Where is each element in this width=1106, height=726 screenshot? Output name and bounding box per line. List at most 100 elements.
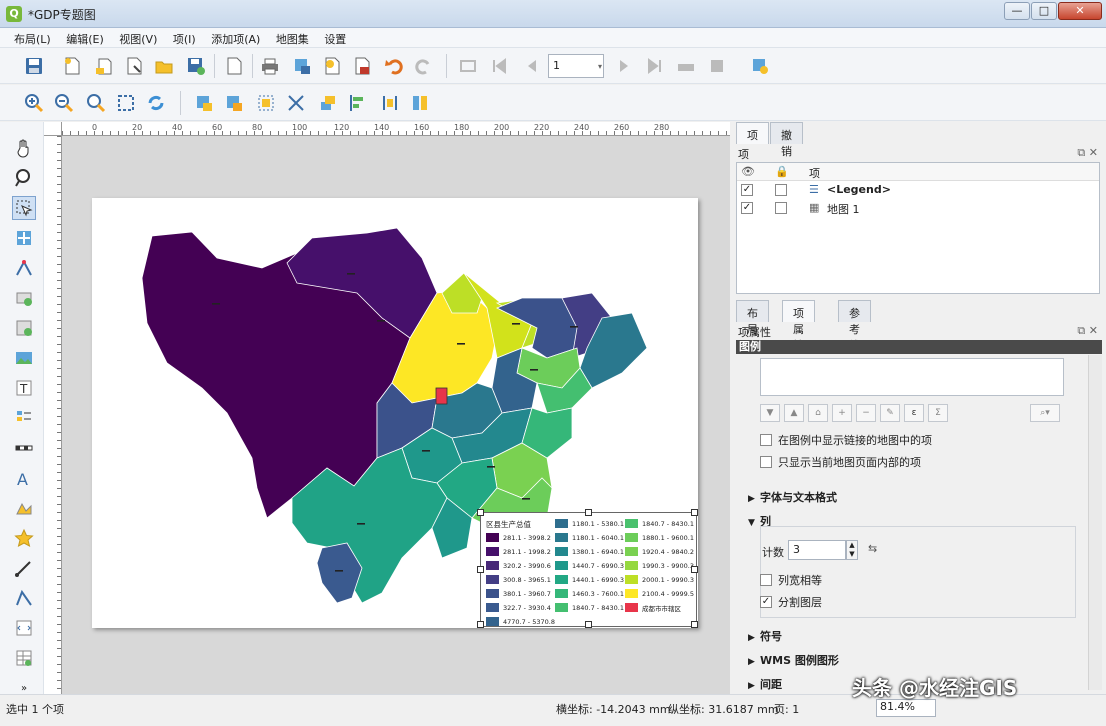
checkbox[interactable]: ✓ [760, 596, 772, 608]
distribute-items-icon[interactable] [378, 91, 402, 115]
first-feature-icon[interactable] [488, 54, 512, 78]
add-label-icon[interactable]: T [12, 376, 36, 400]
visibility-checkbox[interactable]: ✓ [741, 202, 753, 214]
resize-handle[interactable] [477, 566, 484, 573]
chengdu-urban-marker[interactable] [435, 387, 448, 405]
lock-checkbox[interactable] [775, 202, 787, 214]
atlas-settings-icon[interactable] [748, 54, 772, 78]
select-move-icon[interactable] [12, 196, 36, 220]
zoom-100-icon[interactable] [84, 91, 108, 115]
add-polyline-icon[interactable] [12, 586, 36, 610]
page-setup-icon[interactable] [222, 54, 246, 78]
section-wms-legend[interactable]: ▶ WMS 图例图形 [748, 652, 839, 668]
pan-icon[interactable] [12, 136, 36, 160]
last-feature-icon[interactable] [642, 54, 666, 78]
refresh-icon[interactable] [144, 91, 168, 115]
column-count-spinbox[interactable]: 3 [788, 540, 846, 560]
zoom-full-icon[interactable] [114, 91, 138, 115]
section-spacing[interactable]: ▶ 间距 [748, 676, 782, 692]
zoom-combo[interactable]: 81.4% [876, 699, 936, 717]
add-picture-icon[interactable] [12, 346, 36, 370]
spinbox-arrows[interactable]: ▲ ▼ [846, 540, 858, 560]
expression-button[interactable]: ε [904, 404, 924, 422]
menu-edit[interactable]: 编辑(E) [60, 28, 110, 50]
move-content-icon[interactable] [12, 226, 36, 250]
tab-undo-history[interactable]: 撤销历史 [770, 122, 803, 190]
atlas-print-icon[interactable] [674, 54, 698, 78]
add-item-button[interactable]: + [832, 404, 852, 422]
option-split-layers[interactable]: ✓ 分割图层 [760, 594, 822, 610]
sigma-button[interactable]: Σ [928, 404, 948, 422]
add-north-arrow-icon[interactable]: A [12, 466, 36, 490]
option-linked-map-items[interactable]: 在图例中显示链接的地图中的项 [760, 432, 932, 448]
layout-canvas[interactable]: 区县生产总值 281.1 - 3998.2 281.1 - 1998.2 320… [62, 136, 730, 694]
menu-items[interactable]: 项(I) [167, 28, 202, 50]
add-legend-icon[interactable] [12, 406, 36, 430]
zoom-tool-icon[interactable] [12, 166, 36, 190]
tab-layout[interactable]: 布局 [736, 300, 769, 336]
zoom-slider[interactable] [940, 699, 1030, 717]
zoom-in-icon[interactable] [22, 91, 46, 115]
ungroup-items-icon[interactable] [284, 91, 308, 115]
visibility-checkbox[interactable]: ✓ [741, 184, 753, 196]
previous-feature-icon[interactable] [520, 54, 544, 78]
minimize-button[interactable]: — [1004, 2, 1030, 20]
resize-handle[interactable] [691, 621, 698, 628]
data-defined-override-icon[interactable]: ⇆ [868, 542, 877, 555]
atlas-preview-icon[interactable] [456, 54, 480, 78]
move-up-button[interactable]: ▲ [784, 404, 804, 422]
export-image-icon[interactable] [290, 54, 314, 78]
group-items-icon[interactable] [254, 91, 278, 115]
option-current-page-items[interactable]: 只显示当前地图页面内部的项 [760, 454, 921, 470]
add-shape-icon[interactable] [12, 496, 36, 520]
checkbox[interactable] [760, 456, 772, 468]
resize-handle[interactable] [691, 509, 698, 516]
save-template-icon[interactable] [184, 54, 208, 78]
new-layout-icon[interactable] [60, 54, 84, 78]
duplicate-layout-icon[interactable] [92, 54, 116, 78]
add-group-button[interactable]: ⌂ [808, 404, 828, 422]
section-fonts[interactable]: ▶ 字体与文本格式 [748, 489, 837, 505]
export-svg-icon[interactable] [320, 54, 344, 78]
properties-scrollbar[interactable] [1088, 355, 1102, 690]
close-button[interactable]: ✕ [1058, 2, 1102, 20]
resize-items-icon[interactable] [408, 91, 432, 115]
edit-nodes-icon[interactable] [12, 256, 36, 280]
items-row-legend[interactable]: ✓ ☰ <Legend> [737, 181, 1099, 199]
resize-handle[interactable] [477, 509, 484, 516]
legend-item[interactable]: 区县生产总值 281.1 - 3998.2 281.1 - 1998.2 320… [477, 509, 698, 628]
layout-manager-icon[interactable] [122, 54, 146, 78]
next-feature-icon[interactable] [612, 54, 636, 78]
print-icon[interactable] [258, 54, 282, 78]
menu-settings[interactable]: 设置 [318, 28, 352, 50]
tab-item-properties[interactable]: 项属性 [782, 300, 815, 352]
items-row-map[interactable]: ✓ ▦ 地图 1 [737, 199, 1099, 217]
resize-handle[interactable] [691, 566, 698, 573]
tab-items[interactable]: 项 [736, 122, 769, 144]
add-scalebar-icon[interactable] [12, 436, 36, 460]
filter-options-button[interactable]: ⌕▾ [1030, 404, 1060, 422]
add-marker-icon[interactable] [12, 526, 36, 550]
maximize-button[interactable]: □ [1031, 2, 1057, 20]
lock-items-icon[interactable] [192, 91, 216, 115]
menu-add-item[interactable]: 添加项(A) [205, 28, 266, 50]
atlas-export-icon[interactable] [706, 54, 730, 78]
align-items-icon[interactable] [346, 91, 370, 115]
open-template-icon[interactable] [152, 54, 176, 78]
remove-item-button[interactable]: − [856, 404, 876, 422]
edit-item-button[interactable]: ✎ [880, 404, 900, 422]
zoom-out-icon[interactable] [52, 91, 76, 115]
save-icon[interactable] [22, 54, 46, 78]
checkbox[interactable] [760, 434, 772, 446]
menu-atlas[interactable]: 地图集 [270, 28, 315, 50]
unlock-items-icon[interactable] [222, 91, 246, 115]
export-pdf-icon[interactable] [350, 54, 374, 78]
add-attribute-table-icon[interactable] [12, 646, 36, 670]
menu-layout[interactable]: 布局(L) [8, 28, 57, 50]
resize-handle[interactable] [585, 509, 592, 516]
section-symbol[interactable]: ▶ 符号 [748, 628, 782, 644]
add-html-icon[interactable] [12, 616, 36, 640]
redo-icon[interactable] [412, 54, 436, 78]
resize-handle[interactable] [477, 621, 484, 628]
move-down-button[interactable]: ▼ [760, 404, 780, 422]
